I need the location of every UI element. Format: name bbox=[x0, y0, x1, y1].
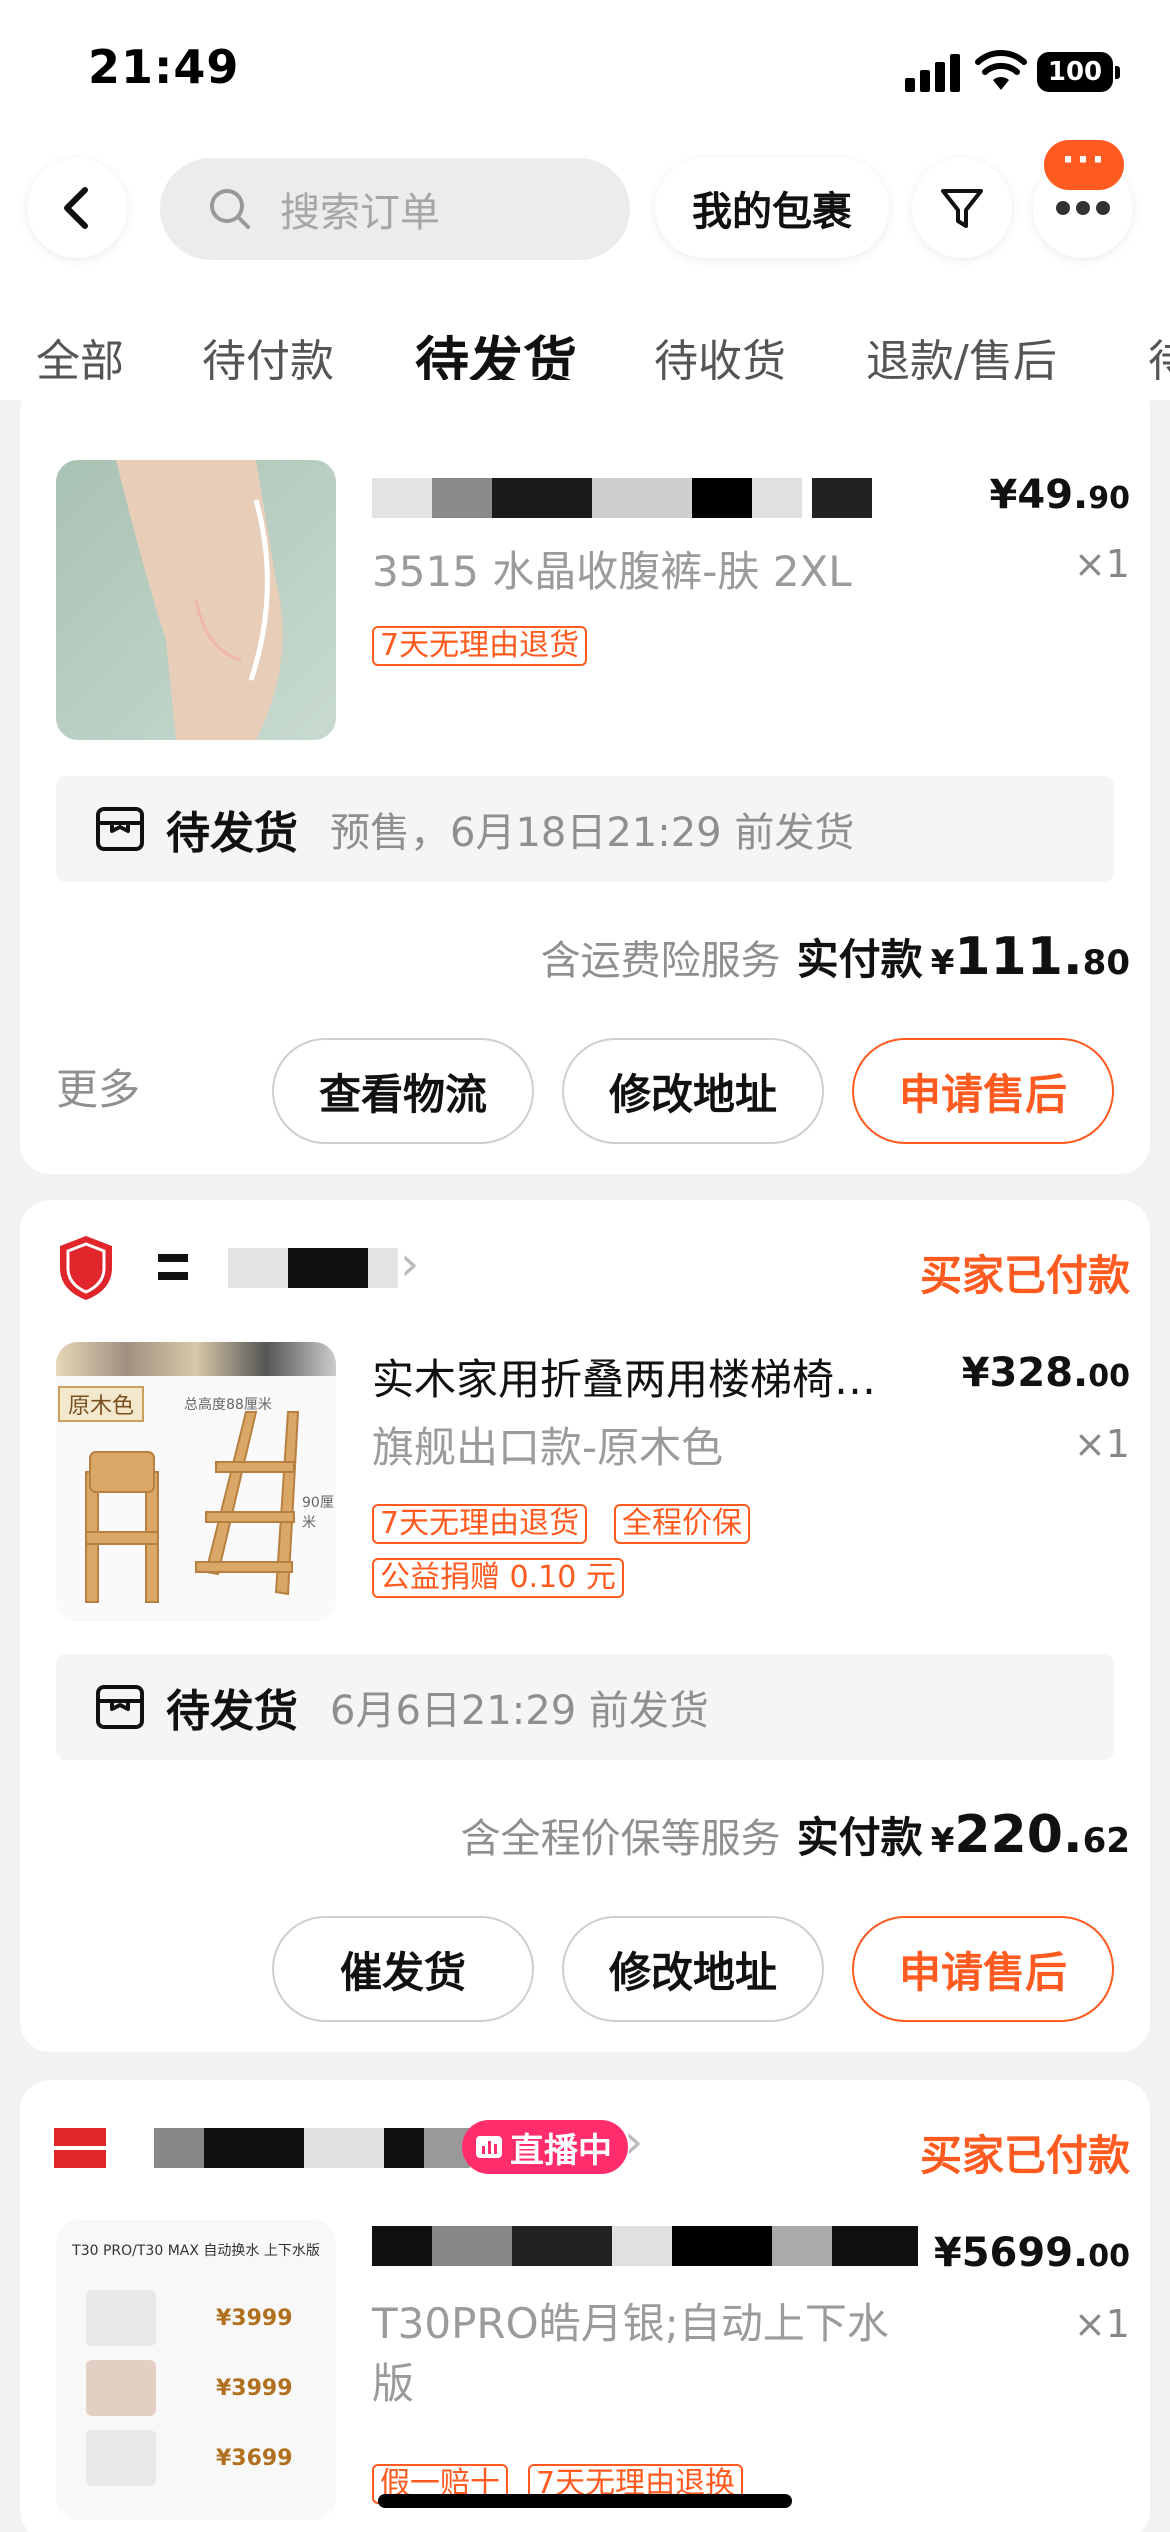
shop-logo-icon bbox=[54, 2128, 106, 2168]
order-card: ¥49.90 3515 水晶收腹裤-肤 2XL ×1 7天无理由退货 待发货 预… bbox=[20, 380, 1150, 1174]
order-status-label: 买家已付款 bbox=[919, 1251, 1130, 1300]
thumb-price: ¥3999 bbox=[216, 2376, 293, 2401]
paid-decimal: 80 bbox=[1082, 943, 1130, 983]
paid-decimal: 62 bbox=[1082, 1821, 1130, 1861]
top-bar: 搜索订单 我的包裹 ··· bbox=[0, 140, 1170, 270]
thumb-price: ¥3699 bbox=[216, 2446, 293, 2471]
status-time: 21:49 bbox=[88, 40, 240, 94]
product-price: ¥5699.00 bbox=[933, 2230, 1130, 2276]
search-input[interactable]: 搜索订单 bbox=[160, 158, 630, 260]
product-quantity: ×1 bbox=[1073, 2302, 1130, 2346]
chevron-right-icon: › bbox=[400, 1236, 420, 1292]
order-card: › 买家已付款 原木色 总高度88厘米 90厘米 实木家用折叠两用楼梯椅… ¥3… bbox=[20, 1200, 1150, 2052]
back-button[interactable] bbox=[27, 158, 127, 258]
home-indicator[interactable] bbox=[378, 2494, 792, 2508]
shipping-status-bar[interactable]: 待发货 6月6日21:29 前发货 bbox=[56, 1654, 1114, 1760]
return-policy-tag: 7天无理由退货 bbox=[372, 626, 588, 666]
live-bars-icon bbox=[476, 2136, 502, 2158]
paid-currency: ¥ bbox=[930, 943, 955, 983]
change-address-button[interactable]: 修改地址 bbox=[562, 1038, 824, 1144]
paid-label: 实付款 bbox=[796, 1813, 923, 1862]
more-menu-badge: ··· bbox=[1044, 140, 1124, 190]
battery-icon: 100 bbox=[1037, 52, 1120, 92]
redacted-shop-suffix bbox=[308, 1248, 398, 1288]
search-placeholder: 搜索订单 bbox=[280, 190, 440, 236]
robot-vacuum-image-icon bbox=[86, 2430, 156, 2486]
filter-button[interactable] bbox=[912, 158, 1012, 258]
tab-pending-review[interactable]: 待 bbox=[1148, 325, 1170, 389]
charity-donation-tag: 公益捐赠 0.10 元 bbox=[372, 1558, 624, 1598]
paid-amount: 220. bbox=[954, 1805, 1083, 1865]
package-box-icon bbox=[96, 1685, 144, 1729]
apply-aftersale-button[interactable]: 申请售后 bbox=[852, 1916, 1114, 2022]
payment-summary: 含运费险服务 实付款 ¥ 111. 80 bbox=[541, 926, 1130, 987]
chevron-right-icon: › bbox=[624, 2114, 644, 2170]
paid-currency: ¥ bbox=[930, 1821, 955, 1861]
thumb-headline: T30 PRO/T30 MAX 自动换水 上下水版 bbox=[72, 2243, 320, 2259]
shapewear-image-icon bbox=[116, 460, 283, 740]
chevron-left-icon bbox=[64, 187, 88, 229]
paid-label: 实付款 bbox=[796, 935, 923, 984]
redacted-title bbox=[372, 478, 872, 518]
search-icon bbox=[210, 189, 250, 229]
status-bar: 21:49 100 bbox=[0, 0, 1170, 150]
product-thumbnail[interactable]: T30 PRO/T30 MAX 自动换水 上下水版 ¥3999 ¥3999 ¥3… bbox=[56, 2220, 336, 2520]
order-status-label: 买家已付款 bbox=[919, 2131, 1130, 2180]
urge-shipment-button[interactable]: 催发货 bbox=[272, 1916, 534, 2022]
shipping-status-bar[interactable]: 待发货 预售，6月18日21:29 前发货 bbox=[56, 776, 1114, 882]
shipping-deadline: 预售，6月18日21:29 前发货 bbox=[330, 810, 855, 856]
view-logistics-button[interactable]: 查看物流 bbox=[272, 1038, 534, 1144]
live-label: 直播中 bbox=[510, 2130, 612, 2171]
return-policy-tag: 7天无理由退货 bbox=[372, 1504, 588, 1544]
product-thumbnail[interactable] bbox=[56, 460, 336, 740]
product-price: ¥328.00 bbox=[961, 1350, 1130, 1396]
paid-amount: 111. bbox=[954, 927, 1083, 987]
product-price: ¥49.90 bbox=[989, 472, 1130, 518]
product-sku: 旗舰出口款-原木色 bbox=[372, 1423, 724, 1472]
included-services: 含运费险服务 bbox=[540, 938, 781, 984]
product-sku: T30PRO皓月银;自动上下水版 bbox=[372, 2299, 889, 2408]
shipping-deadline: 6月6日21:29 前发货 bbox=[330, 1688, 709, 1734]
product-thumbnail[interactable]: 原木色 总高度88厘米 90厘米 bbox=[56, 1342, 336, 1622]
order-card: 直播中 › 买家已付款 T30 PRO/T30 MAX 自动换水 上下水版 ¥3… bbox=[20, 2080, 1150, 2532]
thumb-price: ¥3999 bbox=[216, 2306, 293, 2331]
redacted-shop-name[interactable] bbox=[154, 2128, 470, 2168]
apply-aftersale-button[interactable]: 申请售后 bbox=[852, 1038, 1114, 1144]
shipping-status: 待发货 bbox=[166, 1686, 298, 1737]
live-badge[interactable]: 直播中 bbox=[462, 2120, 628, 2174]
price-protection-tag: 全程价保 bbox=[614, 1504, 750, 1544]
enterprise-shield-icon bbox=[60, 1236, 112, 1300]
robot-vacuum-image-icon bbox=[86, 2290, 156, 2346]
robot-vacuum-image-icon bbox=[86, 2360, 156, 2416]
redacted-title bbox=[372, 2226, 918, 2266]
product-quantity: ×1 bbox=[1073, 1422, 1130, 1466]
product-title[interactable]: 实木家用折叠两用楼梯椅… bbox=[372, 1346, 876, 1407]
more-dots-icon bbox=[1056, 201, 1110, 215]
filter-icon bbox=[941, 189, 983, 228]
product-quantity: ×1 bbox=[1073, 542, 1130, 586]
product-sku: 3515 水晶收腹裤-肤 2XL bbox=[372, 547, 852, 596]
package-box-icon bbox=[96, 807, 144, 851]
my-packages-button[interactable]: 我的包裹 bbox=[655, 158, 889, 258]
change-address-button[interactable]: 修改地址 bbox=[562, 1916, 824, 2022]
included-services: 含全程价保等服务 bbox=[460, 1816, 781, 1862]
cellular-signal-icon bbox=[905, 52, 961, 92]
ladder-chair-image-icon bbox=[85, 1411, 300, 1603]
wifi-icon bbox=[975, 50, 1027, 90]
payment-summary: 含全程价保等服务 实付款 ¥ 220. 62 bbox=[461, 1804, 1130, 1865]
shipping-status: 待发货 bbox=[166, 808, 298, 859]
more-actions-link[interactable]: 更多 bbox=[56, 1056, 140, 1117]
